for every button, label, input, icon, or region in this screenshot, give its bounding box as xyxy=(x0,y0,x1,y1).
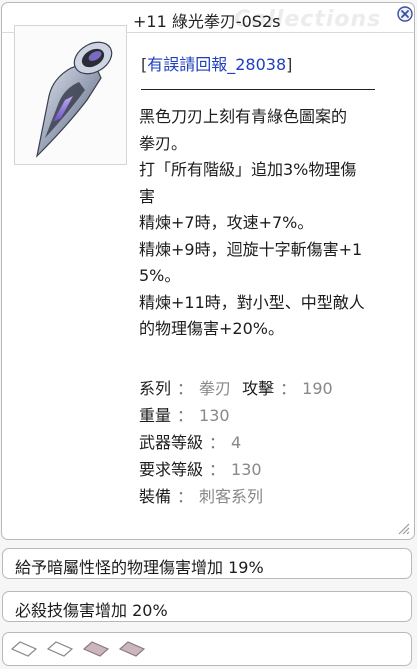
type-label: 系列 xyxy=(139,379,172,398)
stat-row-type: 系列 ： 拳刃 攻擊 ： 190 xyxy=(139,375,399,402)
random-option-2: 必殺技傷害增加 20% xyxy=(2,591,412,622)
locked-card-slot-icon[interactable] xyxy=(119,641,145,657)
stat-row-weight: 重量 ： 130 xyxy=(139,402,399,429)
item-detail-panel: Collections +11 綠光拳刃-0S2s [有誤請回報_28038] … xyxy=(1,2,415,540)
empty-card-slot-icon[interactable] xyxy=(11,641,37,657)
required-level-label: 要求等級 xyxy=(139,460,204,479)
description-line: 的物理傷害+20%。 xyxy=(139,319,284,338)
item-info-window: Collections +11 綠光拳刃-0S2s [有誤請回報_28038] … xyxy=(0,0,417,669)
item-description: 黑色刀刃上刻有青綠色圖案的 拳刃。 打「所有階級」追加3%物理傷 害 精煉+7時… xyxy=(139,104,387,343)
report-line: [有誤請回報_28038] xyxy=(141,51,292,75)
stat-row-weapon-level: 武器等級 ： 4 xyxy=(139,429,399,456)
random-option-text: 必殺技傷害增加 20% xyxy=(15,601,168,620)
close-icon[interactable] xyxy=(397,6,413,22)
locked-card-slot-icon[interactable] xyxy=(83,641,109,657)
resize-grip-icon[interactable] xyxy=(396,521,410,535)
katar-weapon-icon xyxy=(36,41,113,158)
stat-separator: ： xyxy=(280,379,297,398)
type-value: 拳刃 xyxy=(199,379,232,398)
description-line: 打「所有階級」追加3%物理傷 xyxy=(139,160,357,179)
description-line: 精煉+11時，對小型、中型敵人 xyxy=(139,292,365,312)
description-line: 拳刃。 xyxy=(139,133,188,153)
description-line: 5%。 xyxy=(139,266,181,285)
stat-separator: ： xyxy=(177,406,194,425)
equip-label: 裝備 xyxy=(139,487,172,506)
stat-separator: ： xyxy=(209,433,226,452)
weight-label: 重量 xyxy=(139,406,172,425)
equip-value: 刺客系列 xyxy=(199,487,264,506)
required-level-value: 130 xyxy=(231,460,262,479)
attack-label: 攻擊 xyxy=(242,379,275,398)
weapon-level-value: 4 xyxy=(231,433,242,452)
report-bracket-close: ] xyxy=(286,55,293,74)
stat-row-required-level: 要求等級 ： 130 xyxy=(139,456,399,483)
item-image-frame xyxy=(14,25,127,165)
item-stats: 系列 ： 拳刃 攻擊 ： 190 重量 ： 130 武器等級 ： 4 要求等級 ： 130 裝備 ： 刺… xyxy=(139,375,399,510)
report-link[interactable]: 有誤請回報_28038 xyxy=(147,55,286,74)
description-line: 精煉+9時，迴旋十字斬傷害+1 xyxy=(139,239,363,259)
stat-separator: ： xyxy=(177,379,194,398)
description-line: 精煉+7時，攻速+7%。 xyxy=(139,213,314,232)
stat-row-equip: 裝備 ： 刺客系列 xyxy=(139,483,399,510)
empty-card-slot-icon[interactable] xyxy=(47,641,73,657)
description-line: 黑色刀刃上刻有青綠色圖案的 xyxy=(139,107,348,126)
stat-separator: ： xyxy=(209,460,226,479)
random-option-1: 給予暗屬性怪的物理傷害增加 19% xyxy=(2,548,412,579)
card-slots-bar xyxy=(2,632,412,666)
stat-separator: ： xyxy=(177,487,194,506)
attack-value: 190 xyxy=(302,379,333,398)
weight-value: 130 xyxy=(199,406,230,425)
description-divider xyxy=(141,89,375,90)
description-line: 害 xyxy=(139,186,156,206)
weapon-level-label: 武器等級 xyxy=(139,433,204,452)
item-title: +11 綠光拳刃-0S2s xyxy=(133,12,281,31)
random-option-text: 給予暗屬性怪的物理傷害增加 19% xyxy=(15,558,264,577)
